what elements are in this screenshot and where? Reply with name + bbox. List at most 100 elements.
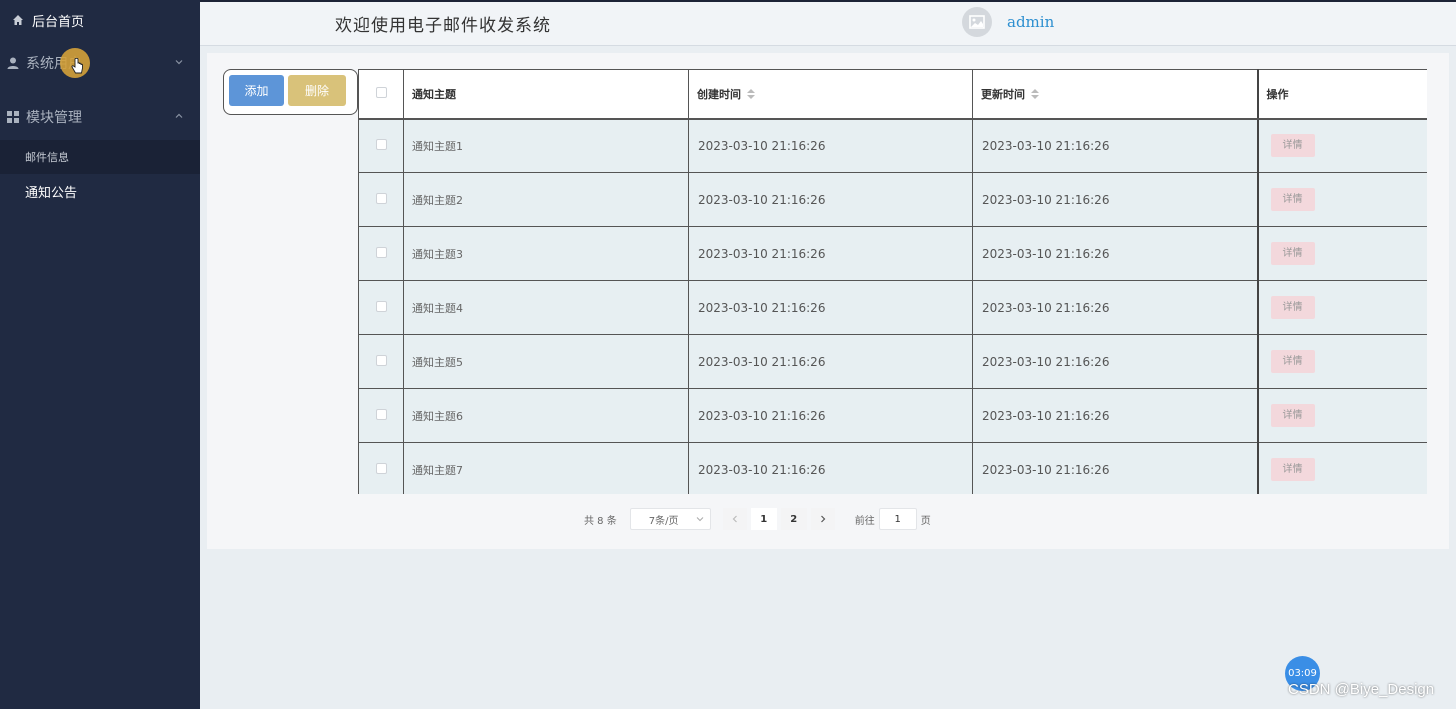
- created-cell: 2023-03-10 21:16:26: [688, 388, 973, 443]
- detail-button[interactable]: 详情: [1270, 404, 1315, 427]
- chevron-up-icon: [175, 113, 183, 118]
- actions-cell: 详情: [1256, 118, 1427, 173]
- row-select-cell: [358, 442, 404, 494]
- detail-button[interactable]: 详情: [1270, 134, 1315, 158]
- detail-button[interactable]: 详情: [1270, 458, 1315, 481]
- add-button[interactable]: 添加: [229, 75, 284, 106]
- created-cell: 2023-03-10 21:16:26: [688, 280, 973, 335]
- actions-cell: 详情: [1256, 388, 1427, 443]
- subject-cell: 通知主题2: [403, 172, 689, 227]
- table-row: 通知主题1 2023-03-10 21:16:26 2023-03-10 21:…: [358, 118, 1427, 173]
- image-icon: [969, 15, 985, 29]
- sidebar-item-home[interactable]: 后台首页: [0, 0, 200, 40]
- submenu: 邮件信息 通知公告: [0, 140, 200, 208]
- actions-cell: 详情: [1256, 334, 1427, 389]
- goto-label: 前往: [854, 515, 875, 527]
- sidebar-menu-system-users[interactable]: 系统用户: [0, 40, 200, 86]
- chevron-down-icon: [175, 60, 183, 65]
- row-checkbox[interactable]: [375, 408, 387, 420]
- page-number[interactable]: 1: [750, 508, 777, 530]
- chevron-right-icon: [820, 515, 826, 523]
- subject-cell: 通知主题6: [403, 388, 689, 443]
- top-header: 欢迎使用电子邮件收发系统 admin: [200, 0, 1456, 46]
- sidebar-menu-module-management[interactable]: 模块管理: [0, 94, 200, 140]
- page-title: 欢迎使用电子邮件收发系统: [335, 16, 551, 36]
- sort-icon[interactable]: [1031, 88, 1039, 101]
- subject-cell: 通知主题3: [403, 226, 689, 281]
- subject-cell: 通知主题7: [403, 442, 689, 494]
- column-header-created[interactable]: 创建时间: [688, 69, 973, 120]
- created-cell: 2023-03-10 21:16:26: [688, 442, 973, 494]
- actions-cell: 详情: [1256, 442, 1427, 494]
- row-select-cell: [358, 280, 404, 335]
- prev-page-button[interactable]: [722, 508, 747, 530]
- detail-button[interactable]: 详情: [1270, 296, 1315, 319]
- row-select-cell: [358, 334, 404, 389]
- updated-cell: 2023-03-10 21:16:26: [972, 334, 1258, 389]
- notice-table: 通知主题 创建时间 更新时间 操作 通知主题1 2023-03-10 21:16…: [358, 69, 1427, 494]
- sidebar-item-home-label: 后台首页: [32, 14, 85, 30]
- total-count: 共 8 条: [584, 515, 617, 527]
- table-row: 通知主题3 2023-03-10 21:16:26 2023-03-10 21:…: [358, 226, 1427, 281]
- actions-cell: 详情: [1256, 280, 1427, 335]
- created-cell: 2023-03-10 21:16:26: [688, 118, 973, 173]
- updated-cell: 2023-03-10 21:16:26: [972, 172, 1258, 227]
- table-row: 通知主题7 2023-03-10 21:16:26 2023-03-10 21:…: [358, 442, 1427, 494]
- created-cell: 2023-03-10 21:16:26: [688, 172, 973, 227]
- avatar[interactable]: [962, 7, 992, 37]
- column-header-actions: 操作: [1256, 69, 1427, 120]
- column-header-label: 创建时间: [697, 87, 741, 101]
- row-checkbox[interactable]: [375, 192, 387, 204]
- row-checkbox[interactable]: [375, 246, 387, 258]
- updated-cell: 2023-03-10 21:16:26: [972, 118, 1258, 173]
- table-row: 通知主题5 2023-03-10 21:16:26 2023-03-10 21:…: [358, 334, 1427, 389]
- table-header-row: 通知主题 创建时间 更新时间 操作: [358, 69, 1427, 120]
- watermark: CSDN @Biye_Design: [1288, 681, 1435, 698]
- created-cell: 2023-03-10 21:16:26: [688, 226, 973, 281]
- column-header-label: 通知主题: [412, 87, 456, 101]
- page-unit-label: 页: [920, 515, 931, 527]
- detail-button[interactable]: 详情: [1270, 350, 1315, 373]
- sidebar-item-notices[interactable]: 通知公告: [0, 174, 200, 208]
- subject-cell: 通知主题4: [403, 280, 689, 335]
- table-row: 通知主题2 2023-03-10 21:16:26 2023-03-10 21:…: [358, 172, 1427, 227]
- next-page-button[interactable]: [810, 508, 835, 530]
- column-header-label: 操作: [1266, 87, 1289, 101]
- hand-cursor-icon: [71, 58, 83, 74]
- chevron-left-icon: [732, 515, 737, 523]
- delete-button[interactable]: 删除: [288, 75, 346, 106]
- select-all-checkbox[interactable]: [375, 86, 387, 98]
- row-checkbox[interactable]: [375, 300, 387, 312]
- subject-cell: 通知主题1: [403, 118, 689, 173]
- actions-cell: 详情: [1256, 172, 1427, 227]
- updated-cell: 2023-03-10 21:16:26: [972, 388, 1258, 443]
- page-number[interactable]: 2: [780, 508, 807, 530]
- sidebar-menu-label: 模块管理: [26, 110, 82, 126]
- goto-page-input[interactable]: 1: [878, 508, 917, 530]
- page-size-select[interactable]: 7条/页: [629, 508, 711, 530]
- sidebar-item-mail-info[interactable]: 邮件信息: [0, 140, 200, 174]
- column-header-subject: 通知主题: [403, 69, 689, 120]
- row-checkbox[interactable]: [375, 354, 387, 366]
- page-size-value: 7条/页: [648, 515, 679, 527]
- row-select-cell: [358, 388, 404, 443]
- chevron-down-icon: [696, 517, 704, 522]
- username[interactable]: admin: [1007, 13, 1054, 31]
- home-icon: [12, 14, 24, 26]
- grid-icon: [6, 110, 20, 124]
- detail-button[interactable]: 详情: [1270, 242, 1315, 265]
- row-select-cell: [358, 226, 404, 281]
- sort-icon[interactable]: [747, 88, 755, 101]
- detail-button[interactable]: 详情: [1270, 188, 1315, 211]
- subject-cell: 通知主题5: [403, 334, 689, 389]
- select-all-cell: [358, 69, 404, 120]
- column-header-updated[interactable]: 更新时间: [972, 69, 1258, 120]
- column-header-label: 更新时间: [981, 87, 1025, 101]
- created-cell: 2023-03-10 21:16:26: [688, 334, 973, 389]
- row-select-cell: [358, 118, 404, 173]
- updated-cell: 2023-03-10 21:16:26: [972, 226, 1258, 281]
- row-checkbox[interactable]: [375, 138, 387, 150]
- updated-cell: 2023-03-10 21:16:26: [972, 442, 1258, 494]
- row-checkbox[interactable]: [375, 462, 387, 474]
- actions-cell: 详情: [1256, 226, 1427, 281]
